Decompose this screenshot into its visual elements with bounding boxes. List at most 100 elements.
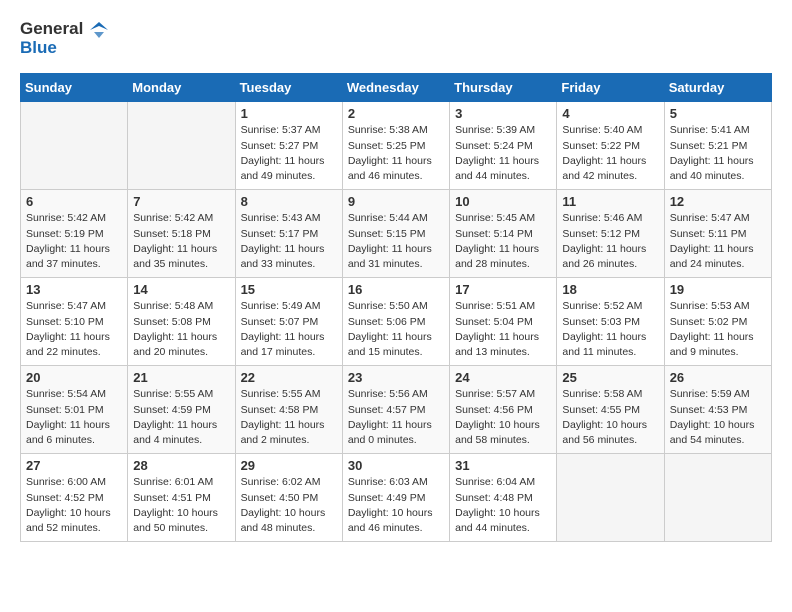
calendar-cell: 6 Sunrise: 5:42 AM Sunset: 5:19 PM Dayli…	[21, 190, 128, 278]
day-number: 14	[133, 282, 229, 297]
calendar-cell: 9 Sunrise: 5:44 AM Sunset: 5:15 PM Dayli…	[342, 190, 449, 278]
day-number: 6	[26, 194, 122, 209]
day-number: 19	[670, 282, 766, 297]
day-number: 7	[133, 194, 229, 209]
day-number: 13	[26, 282, 122, 297]
calendar-cell	[21, 102, 128, 190]
day-info: Sunrise: 5:37 AM Sunset: 5:27 PM Dayligh…	[241, 123, 337, 184]
calendar-cell	[664, 454, 771, 542]
calendar-cell: 30 Sunrise: 6:03 AM Sunset: 4:49 PM Dayl…	[342, 454, 449, 542]
day-info: Sunrise: 5:42 AM Sunset: 5:18 PM Dayligh…	[133, 211, 229, 272]
day-number: 4	[562, 106, 658, 121]
weekday-header: Wednesday	[342, 74, 449, 102]
day-info: Sunrise: 6:01 AM Sunset: 4:51 PM Dayligh…	[133, 475, 229, 536]
day-number: 29	[241, 458, 337, 473]
day-info: Sunrise: 5:59 AM Sunset: 4:53 PM Dayligh…	[670, 387, 766, 448]
day-number: 31	[455, 458, 551, 473]
weekday-header: Monday	[128, 74, 235, 102]
day-info: Sunrise: 5:53 AM Sunset: 5:02 PM Dayligh…	[670, 299, 766, 360]
day-info: Sunrise: 6:00 AM Sunset: 4:52 PM Dayligh…	[26, 475, 122, 536]
calendar-cell: 27 Sunrise: 6:00 AM Sunset: 4:52 PM Dayl…	[21, 454, 128, 542]
calendar-cell: 26 Sunrise: 5:59 AM Sunset: 4:53 PM Dayl…	[664, 366, 771, 454]
day-info: Sunrise: 6:03 AM Sunset: 4:49 PM Dayligh…	[348, 475, 444, 536]
calendar-cell: 7 Sunrise: 5:42 AM Sunset: 5:18 PM Dayli…	[128, 190, 235, 278]
calendar-cell: 2 Sunrise: 5:38 AM Sunset: 5:25 PM Dayli…	[342, 102, 449, 190]
day-number: 26	[670, 370, 766, 385]
calendar-cell: 31 Sunrise: 6:04 AM Sunset: 4:48 PM Dayl…	[450, 454, 557, 542]
calendar-cell: 17 Sunrise: 5:51 AM Sunset: 5:04 PM Dayl…	[450, 278, 557, 366]
day-number: 1	[241, 106, 337, 121]
day-number: 30	[348, 458, 444, 473]
day-info: Sunrise: 5:40 AM Sunset: 5:22 PM Dayligh…	[562, 123, 658, 184]
day-info: Sunrise: 5:49 AM Sunset: 5:07 PM Dayligh…	[241, 299, 337, 360]
day-info: Sunrise: 5:46 AM Sunset: 5:12 PM Dayligh…	[562, 211, 658, 272]
calendar-cell: 29 Sunrise: 6:02 AM Sunset: 4:50 PM Dayl…	[235, 454, 342, 542]
logo-blue: Blue	[20, 38, 57, 57]
day-info: Sunrise: 5:57 AM Sunset: 4:56 PM Dayligh…	[455, 387, 551, 448]
calendar-cell: 1 Sunrise: 5:37 AM Sunset: 5:27 PM Dayli…	[235, 102, 342, 190]
calendar-cell: 19 Sunrise: 5:53 AM Sunset: 5:02 PM Dayl…	[664, 278, 771, 366]
day-number: 12	[670, 194, 766, 209]
day-number: 28	[133, 458, 229, 473]
day-number: 9	[348, 194, 444, 209]
day-number: 16	[348, 282, 444, 297]
day-number: 22	[241, 370, 337, 385]
logo-general: General	[20, 19, 83, 38]
day-info: Sunrise: 6:02 AM Sunset: 4:50 PM Dayligh…	[241, 475, 337, 536]
day-number: 18	[562, 282, 658, 297]
day-number: 2	[348, 106, 444, 121]
calendar-cell: 24 Sunrise: 5:57 AM Sunset: 4:56 PM Dayl…	[450, 366, 557, 454]
calendar-cell: 8 Sunrise: 5:43 AM Sunset: 5:17 PM Dayli…	[235, 190, 342, 278]
day-info: Sunrise: 6:04 AM Sunset: 4:48 PM Dayligh…	[455, 475, 551, 536]
day-info: Sunrise: 5:47 AM Sunset: 5:11 PM Dayligh…	[670, 211, 766, 272]
day-number: 21	[133, 370, 229, 385]
calendar-week-row: 1 Sunrise: 5:37 AM Sunset: 5:27 PM Dayli…	[21, 102, 772, 190]
calendar-cell: 28 Sunrise: 6:01 AM Sunset: 4:51 PM Dayl…	[128, 454, 235, 542]
calendar-cell: 12 Sunrise: 5:47 AM Sunset: 5:11 PM Dayl…	[664, 190, 771, 278]
calendar-cell: 4 Sunrise: 5:40 AM Sunset: 5:22 PM Dayli…	[557, 102, 664, 190]
weekday-header: Sunday	[21, 74, 128, 102]
day-number: 8	[241, 194, 337, 209]
day-info: Sunrise: 5:52 AM Sunset: 5:03 PM Dayligh…	[562, 299, 658, 360]
calendar-cell: 3 Sunrise: 5:39 AM Sunset: 5:24 PM Dayli…	[450, 102, 557, 190]
calendar-week-row: 6 Sunrise: 5:42 AM Sunset: 5:19 PM Dayli…	[21, 190, 772, 278]
calendar-cell: 11 Sunrise: 5:46 AM Sunset: 5:12 PM Dayl…	[557, 190, 664, 278]
calendar-cell	[128, 102, 235, 190]
calendar-cell: 22 Sunrise: 5:55 AM Sunset: 4:58 PM Dayl…	[235, 366, 342, 454]
day-number: 10	[455, 194, 551, 209]
day-number: 5	[670, 106, 766, 121]
day-info: Sunrise: 5:55 AM Sunset: 4:59 PM Dayligh…	[133, 387, 229, 448]
calendar-cell: 16 Sunrise: 5:50 AM Sunset: 5:06 PM Dayl…	[342, 278, 449, 366]
day-info: Sunrise: 5:42 AM Sunset: 5:19 PM Dayligh…	[26, 211, 122, 272]
day-number: 25	[562, 370, 658, 385]
calendar-cell: 21 Sunrise: 5:55 AM Sunset: 4:59 PM Dayl…	[128, 366, 235, 454]
day-number: 3	[455, 106, 551, 121]
page-header: General Blue	[20, 20, 772, 57]
logo: General Blue	[20, 20, 108, 57]
calendar-cell: 23 Sunrise: 5:56 AM Sunset: 4:57 PM Dayl…	[342, 366, 449, 454]
day-info: Sunrise: 5:39 AM Sunset: 5:24 PM Dayligh…	[455, 123, 551, 184]
day-number: 15	[241, 282, 337, 297]
calendar-cell: 20 Sunrise: 5:54 AM Sunset: 5:01 PM Dayl…	[21, 366, 128, 454]
logo-bird-icon	[90, 22, 108, 38]
day-info: Sunrise: 5:50 AM Sunset: 5:06 PM Dayligh…	[348, 299, 444, 360]
calendar-week-row: 13 Sunrise: 5:47 AM Sunset: 5:10 PM Dayl…	[21, 278, 772, 366]
calendar-cell: 14 Sunrise: 5:48 AM Sunset: 5:08 PM Dayl…	[128, 278, 235, 366]
calendar-table: SundayMondayTuesdayWednesdayThursdayFrid…	[20, 73, 772, 542]
calendar-header-row: SundayMondayTuesdayWednesdayThursdayFrid…	[21, 74, 772, 102]
day-info: Sunrise: 5:58 AM Sunset: 4:55 PM Dayligh…	[562, 387, 658, 448]
day-info: Sunrise: 5:47 AM Sunset: 5:10 PM Dayligh…	[26, 299, 122, 360]
day-number: 27	[26, 458, 122, 473]
calendar-cell: 18 Sunrise: 5:52 AM Sunset: 5:03 PM Dayl…	[557, 278, 664, 366]
day-info: Sunrise: 5:43 AM Sunset: 5:17 PM Dayligh…	[241, 211, 337, 272]
day-number: 23	[348, 370, 444, 385]
weekday-header: Friday	[557, 74, 664, 102]
calendar-week-row: 20 Sunrise: 5:54 AM Sunset: 5:01 PM Dayl…	[21, 366, 772, 454]
day-number: 20	[26, 370, 122, 385]
day-info: Sunrise: 5:55 AM Sunset: 4:58 PM Dayligh…	[241, 387, 337, 448]
calendar-cell: 5 Sunrise: 5:41 AM Sunset: 5:21 PM Dayli…	[664, 102, 771, 190]
day-info: Sunrise: 5:45 AM Sunset: 5:14 PM Dayligh…	[455, 211, 551, 272]
day-number: 24	[455, 370, 551, 385]
day-info: Sunrise: 5:48 AM Sunset: 5:08 PM Dayligh…	[133, 299, 229, 360]
day-info: Sunrise: 5:51 AM Sunset: 5:04 PM Dayligh…	[455, 299, 551, 360]
